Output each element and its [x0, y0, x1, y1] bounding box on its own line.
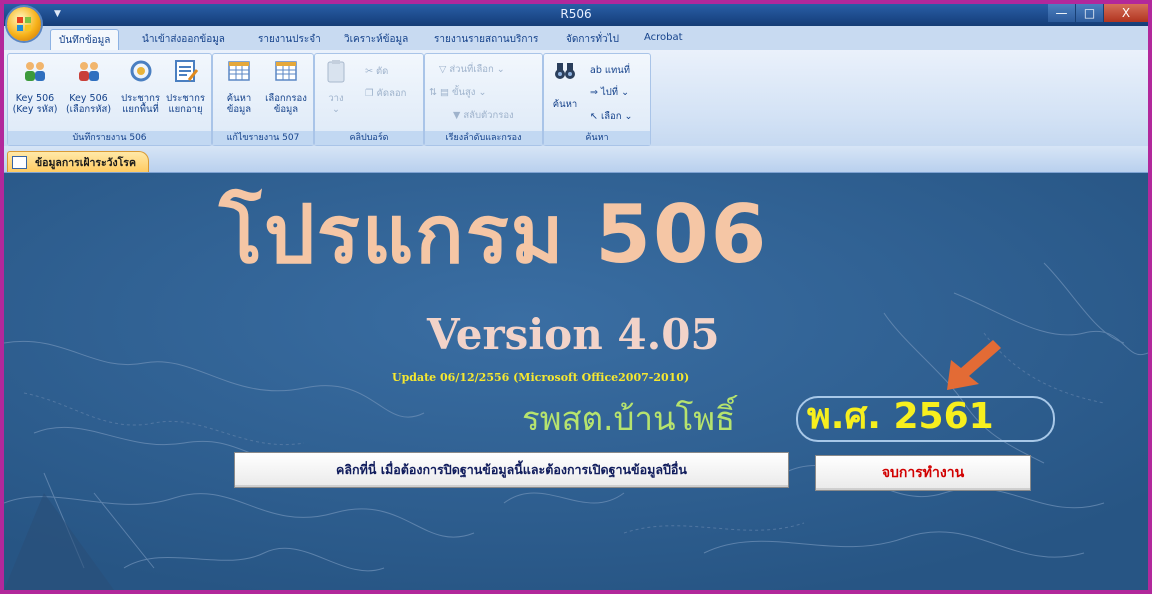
copy-label: คัดลอก — [376, 88, 407, 99]
selection-filter-label: ส่วนที่เลือก — [449, 64, 494, 75]
people-icon — [25, 62, 45, 81]
cut-label: ตัด — [375, 66, 389, 77]
version-label: Version 4.05 — [427, 310, 720, 359]
form-icon — [12, 155, 27, 169]
tab-surveillance-form[interactable]: ข้อมูลการเฝ้าระวังโรค — [7, 151, 149, 172]
ribbon: Key 506 (Key รหัส) Key 506 (เลือกรหัส) ป… — [4, 50, 1148, 147]
group-sort-filter: ▽ ส่วนที่เลือก ⌄ ⇅ ▤ ขั้นสูง ⌄ ▼ สลับตัว… — [424, 53, 543, 146]
key506-select-button[interactable]: Key 506 (เลือกรหัส) — [61, 58, 116, 115]
toggle-filter-label: สลับตัวกรอง — [463, 110, 514, 121]
filter-data-sublabel: ข้อมูล — [273, 104, 299, 115]
group-report-506: Key 506 (Key รหัส) Key 506 (เลือกรหัส) ป… — [7, 53, 212, 146]
tab-acrobat[interactable]: Acrobat — [644, 32, 683, 43]
find-label: ค้นหา — [552, 99, 578, 110]
window-title: R506 — [560, 7, 592, 21]
search-data-label: ค้นหา — [226, 93, 252, 104]
group-label-edit-507: แก้ไขรายงาน 507 — [213, 131, 313, 145]
group-label-find: ค้นหา — [544, 131, 650, 145]
group-label-sort-filter: เรียงลำดับและกรอง — [425, 131, 542, 145]
cursor-icon: ↖ — [590, 111, 601, 122]
key506-code-label: Key 506 — [15, 93, 55, 104]
find-button[interactable]: ค้นหา — [548, 58, 582, 110]
main-form: โปรแกรม 506 Version 4.05 Update 06/12/25… — [4, 173, 1148, 590]
scissors-icon: ✂ — [365, 66, 376, 77]
sort-icon: ⇅ ▤ — [429, 87, 452, 98]
tab-routine-reports[interactable]: รายงานประจำ — [258, 32, 321, 47]
replace-icon: ab — [590, 65, 605, 76]
copy-icon: ❐ — [365, 88, 377, 99]
form-edit-icon — [174, 60, 198, 82]
switch-database-button[interactable]: คลิกที่นี่ เมื่อต้องการปิดฐานข้อมูลนี้แล… — [234, 452, 789, 488]
object-tab-bar: ข้อมูลการเฝ้าระวังโรค — [4, 146, 1148, 173]
population-age-sublabel: แยกอายุ — [168, 104, 203, 115]
application-window: R506 ▼ — □ X บันทึกข้อมูล นำเข้าส่งออกข้… — [0, 0, 1152, 594]
population-age-label: ประชากร — [166, 93, 205, 104]
arrow-right-icon: ⇒ — [590, 87, 601, 98]
key506-select-label: Key 506 — [69, 93, 108, 104]
key506-select-sublabel: (เลือกรหัส) — [65, 104, 112, 115]
population-area-sublabel: แยกพื้นที่ — [122, 104, 159, 115]
people-icon — [78, 62, 99, 81]
office-button[interactable] — [7, 7, 41, 41]
funnel-icon: ▼ — [453, 110, 464, 121]
tab-analysis[interactable]: วิเคราะห์ข้อมูล — [344, 32, 408, 47]
tab-general-admin[interactable]: จัดการทั่วไป — [566, 32, 619, 47]
office-logo-icon — [17, 17, 31, 31]
ribbon-tab-row: บันทึกข้อมูล นำเข้าส่งออกข้อมูล รายงานปร… — [4, 26, 1148, 53]
binoculars-icon — [555, 63, 575, 79]
program-title: โปรแกรม 506 — [219, 188, 769, 281]
title-bar: R506 ▼ — □ X — [4, 4, 1148, 26]
paste-dropdown-icon: ⌄ — [332, 104, 340, 115]
filter-data-button[interactable]: เลือกกรอง ข้อมูล — [261, 58, 311, 115]
filter-selection-icon: ▽ — [439, 64, 450, 75]
datasheet-icon — [228, 61, 250, 81]
search-data-button[interactable]: ค้นหา ข้อมูล — [217, 58, 261, 115]
key506-code-button[interactable]: Key 506 (Key รหัส) — [10, 58, 60, 115]
maximize-button[interactable]: □ — [1076, 4, 1104, 22]
close-button[interactable]: X — [1104, 4, 1148, 22]
tab-facility-reports[interactable]: รายงานรายสถานบริการ — [434, 32, 538, 47]
fiscal-year: พ.ศ. 2561 — [807, 396, 994, 437]
window-controls: — □ X — [1048, 4, 1148, 22]
population-age-button[interactable]: ประชากร แยกอายุ — [163, 58, 208, 115]
tab-import-export[interactable]: นำเข้าส่งออกข้อมูล — [142, 32, 225, 47]
select-button[interactable]: ↖ เลือก ⌄ — [590, 109, 633, 124]
group-find: ค้นหา ab แทนที่ ⇒ ไปที่ ⌄ ↖ เลือก ⌄ ค้นห… — [543, 53, 651, 146]
datasheet-icon — [275, 61, 297, 81]
advanced-filter-label: ขั้นสูง — [451, 87, 476, 98]
population-area-button[interactable]: ประชากร แยกพื้นที่ — [118, 58, 163, 115]
surveillance-form-tab-label: ข้อมูลการเฝ้าระวังโรค — [35, 156, 136, 169]
population-area-label: ประชากร — [121, 93, 160, 104]
arrow-down-left-icon — [947, 340, 1001, 390]
minimize-button[interactable]: — — [1048, 4, 1076, 22]
population-area-icon — [130, 60, 151, 82]
paste-icon — [327, 60, 345, 83]
group-edit-507: ค้นหา ข้อมูล เลือกกรอง ข้อมูล แก้ไขรายงา… — [212, 53, 314, 146]
select-label: เลือก — [600, 111, 622, 122]
group-label-clipboard: คลิปบอร์ด — [315, 131, 423, 145]
replace-label: แทนที่ — [604, 65, 631, 76]
copy-button[interactable]: ❐ คัดลอก — [365, 86, 406, 101]
hospital-name: รพสต.บ้านโพธิ์ — [522, 399, 736, 438]
key506-code-sublabel: (Key รหัส) — [12, 104, 58, 115]
replace-button[interactable]: ab แทนที่ — [590, 63, 630, 78]
cut-button[interactable]: ✂ ตัด — [365, 64, 388, 79]
selection-filter-button[interactable]: ▽ ส่วนที่เลือก ⌄ — [439, 62, 505, 77]
toggle-filter-button[interactable]: ▼ สลับตัวกรอง — [453, 108, 514, 123]
search-data-sublabel: ข้อมูล — [226, 104, 252, 115]
advanced-filter-button[interactable]: ⇅ ▤ ขั้นสูง ⌄ — [429, 85, 486, 100]
exit-button[interactable]: จบการทำงาน — [815, 455, 1031, 491]
group-clipboard: วาง ⌄ ✂ ตัด ❐ คัดลอก คลิปบอร์ด — [314, 53, 424, 146]
paste-button[interactable]: วาง ⌄ — [321, 58, 351, 115]
goto-button[interactable]: ⇒ ไปที่ ⌄ — [590, 85, 629, 100]
group-label-report-506: บันทึกรายงาน 506 — [8, 131, 211, 145]
filter-data-label: เลือกกรอง — [265, 93, 307, 104]
goto-label: ไปที่ — [600, 87, 619, 98]
quick-access-dropdown-icon[interactable]: ▼ — [54, 9, 61, 19]
update-label: Update 06/12/2556 (Microsoft Office2007-… — [392, 371, 690, 384]
paste-label: วาง — [328, 93, 344, 104]
